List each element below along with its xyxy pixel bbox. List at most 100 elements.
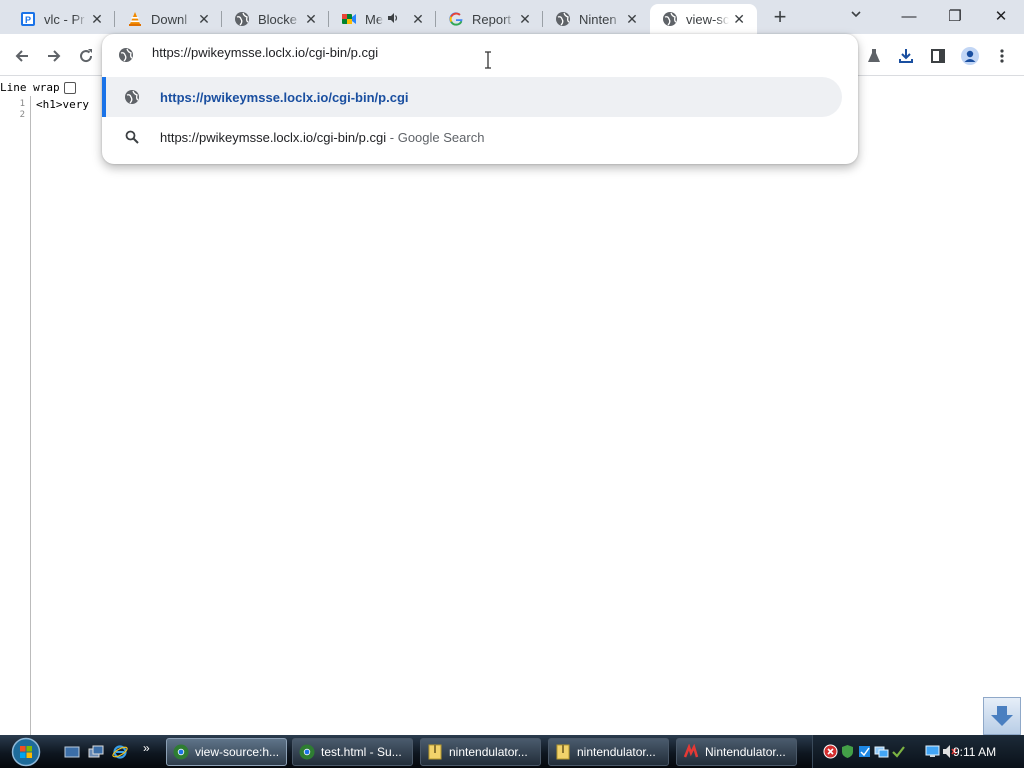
- tab-title: vlc - Pr: [44, 11, 85, 27]
- checkmark-tray-icon[interactable]: [891, 744, 906, 759]
- arrow-left-icon: [15, 50, 28, 62]
- reload-button[interactable]: [72, 42, 100, 70]
- arrow-right-icon: [48, 50, 61, 62]
- tab-2[interactable]: Downl ✕: [115, 4, 222, 34]
- tab-4[interactable]: Me ✕: [329, 4, 436, 34]
- avatar-icon: [961, 47, 979, 65]
- google-g-icon: [448, 11, 464, 27]
- svg-text:P: P: [25, 15, 31, 25]
- view-source-page: Line wrap 1 2 <h1>very: [0, 77, 1024, 736]
- clock[interactable]: 9:11 AM: [953, 745, 996, 759]
- scroll-down-button[interactable]: [983, 697, 1021, 735]
- globe-icon: [555, 11, 571, 27]
- globe-icon: [124, 89, 140, 105]
- app-tray-icon[interactable]: [857, 744, 872, 759]
- tab-5[interactable]: Report ✕: [436, 4, 543, 34]
- restore-button[interactable]: ❐: [932, 2, 978, 30]
- vlc-cone-icon: [127, 11, 143, 27]
- arrow-down-icon: [991, 706, 1013, 726]
- tab-search-button[interactable]: [846, 8, 866, 28]
- tab-3[interactable]: Blocke ✕: [222, 4, 329, 34]
- taskbar-button-label: nintendulator...: [577, 745, 656, 759]
- tab-title: Downl: [151, 11, 188, 27]
- close-icon[interactable]: ✕: [408, 9, 428, 29]
- tab-strip: P vlc - Pr ✕ Downl ✕ Blocke ✕ Me ✕ Repor…: [0, 0, 1024, 34]
- quicklaunch-more[interactable]: »: [143, 741, 159, 757]
- folder-zip-icon: [427, 744, 443, 760]
- source-line-1: <h1>very: [36, 98, 89, 111]
- tab-title: Ninten: [579, 11, 617, 27]
- menu-button[interactable]: [988, 42, 1016, 70]
- chrome-icon: [299, 744, 315, 760]
- taskbar-button-label: view-source:h...: [195, 745, 280, 759]
- close-window-button[interactable]: ✕: [978, 2, 1024, 30]
- taskbar-button-folder-2[interactable]: nintendulator...: [548, 738, 669, 766]
- taskbar-button-folder-1[interactable]: nintendulator...: [420, 738, 541, 766]
- minimize-button[interactable]: —: [886, 2, 932, 30]
- taskbar-button-label: Nintendulator...: [705, 745, 786, 759]
- switch-windows-icon[interactable]: [88, 744, 104, 760]
- close-icon[interactable]: ✕: [515, 9, 535, 29]
- text-cursor-icon: [483, 51, 493, 69]
- line-wrap-checkbox[interactable]: [63, 81, 76, 94]
- suggestion-text: https://pwikeymsse.loclx.io/cgi-bin/p.cg…: [160, 130, 484, 145]
- suggestion-text: https://pwikeymsse.loclx.io/cgi-bin/p.cg…: [160, 89, 409, 105]
- back-button[interactable]: [8, 42, 36, 70]
- folder-zip-icon: [555, 744, 571, 760]
- globe-icon: [118, 47, 134, 63]
- display-icon[interactable]: [925, 744, 940, 759]
- suggestion-search[interactable]: https://pwikeymsse.loclx.io/cgi-bin/p.cg…: [102, 117, 842, 157]
- meet-icon: [341, 11, 357, 27]
- forward-button[interactable]: [40, 42, 68, 70]
- error-icon[interactable]: [823, 744, 838, 759]
- windows-orb-icon: [11, 737, 41, 766]
- reload-icon: [80, 49, 93, 63]
- security-shield-icon[interactable]: [840, 744, 855, 759]
- tab-title: Me: [365, 11, 384, 27]
- chevron-down-icon: [851, 11, 861, 18]
- close-icon[interactable]: ✕: [194, 9, 214, 29]
- show-desktop-icon[interactable]: [64, 744, 80, 760]
- kebab-menu-icon: [1000, 49, 1004, 63]
- suggestion-description: - Google Search: [386, 129, 485, 145]
- taskbar-button-nintendulator[interactable]: Nintendulator...: [676, 738, 797, 766]
- internet-explorer-icon[interactable]: [112, 744, 128, 760]
- speaker-icon[interactable]: [387, 12, 399, 27]
- labs-button[interactable]: [860, 42, 888, 70]
- search-icon: [124, 129, 140, 145]
- taskbar-button-label: test.html - Su...: [321, 745, 402, 759]
- profile-button[interactable]: [956, 42, 984, 70]
- taskbar-button-sublime[interactable]: test.html - Su...: [292, 738, 413, 766]
- flask-icon: [868, 49, 880, 62]
- line-number: 1: [19, 99, 25, 109]
- tab-6[interactable]: Ninten ✕: [543, 4, 650, 34]
- close-icon[interactable]: ✕: [622, 9, 642, 29]
- p-doc-icon: P: [20, 11, 36, 27]
- globe-icon: [662, 11, 678, 27]
- line-wrap-control[interactable]: Line wrap: [0, 81, 76, 94]
- address-input[interactable]: https://pwikeymsse.loclx.io/cgi-bin/p.cg…: [152, 45, 378, 60]
- network-icon[interactable]: [874, 744, 889, 759]
- suggestion-query: https://pwikeymsse.loclx.io/cgi-bin/p.cg…: [160, 129, 387, 145]
- side-panel-icon: [931, 49, 945, 63]
- system-tray: 9:11 AM: [812, 735, 1024, 768]
- tab-active[interactable]: view-sc ✕: [650, 4, 757, 34]
- chrome-icon: [173, 744, 189, 760]
- new-tab-button[interactable]: +: [768, 6, 792, 30]
- close-icon[interactable]: ✕: [87, 9, 107, 29]
- suggestion-url[interactable]: https://pwikeymsse.loclx.io/cgi-bin/p.cg…: [102, 77, 842, 117]
- line-wrap-label: Line wrap: [0, 81, 60, 94]
- line-number: 2: [19, 110, 25, 120]
- tab-title: Report: [472, 11, 512, 27]
- side-panel-button[interactable]: [924, 42, 952, 70]
- tab-1[interactable]: P vlc - Pr ✕: [8, 4, 115, 34]
- close-icon[interactable]: ✕: [729, 9, 749, 29]
- tab-title: Blocke: [258, 11, 298, 27]
- taskbar: » view-source:h... test.html - Su... nin…: [0, 735, 1024, 768]
- taskbar-button-label: nintendulator...: [449, 745, 528, 759]
- close-icon[interactable]: ✕: [301, 9, 321, 29]
- downloads-button[interactable]: [892, 42, 920, 70]
- start-button[interactable]: [6, 735, 46, 768]
- omnibox-dropdown: https://pwikeymsse.loclx.io/cgi-bin/p.cg…: [102, 34, 858, 164]
- taskbar-button-chrome[interactable]: view-source:h...: [166, 738, 287, 766]
